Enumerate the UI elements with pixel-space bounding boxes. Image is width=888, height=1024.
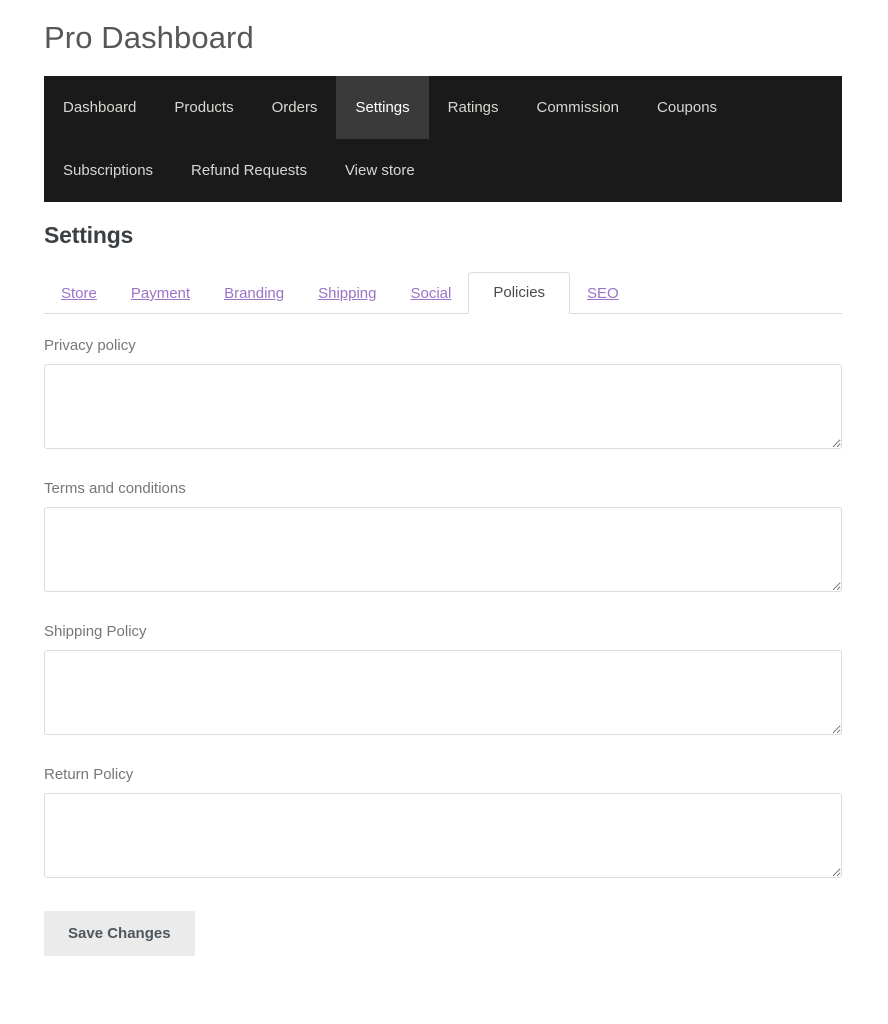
settings-tab-branding[interactable]: Branding: [207, 273, 301, 314]
main-nav-row-secondary: Subscriptions Refund Requests View store: [44, 139, 842, 202]
save-row: Save Changes: [44, 911, 842, 956]
main-nav-item-orders[interactable]: Orders: [253, 76, 337, 139]
main-nav-item-refund-requests[interactable]: Refund Requests: [172, 139, 326, 202]
settings-tab-shipping[interactable]: Shipping: [301, 273, 393, 314]
settings-tab-seo[interactable]: SEO: [570, 273, 636, 314]
policies-form: Privacy policy Terms and conditions Shippi…: [44, 314, 842, 878]
main-nav-item-view-store[interactable]: View store: [326, 139, 434, 202]
field-shipping-policy: Shipping Policy: [44, 622, 842, 735]
field-return-policy: Return Policy: [44, 765, 842, 878]
field-privacy-policy: Privacy policy: [44, 336, 842, 449]
main-nav-item-settings[interactable]: Settings: [336, 76, 429, 139]
field-label-return-policy: Return Policy: [44, 766, 134, 783]
page-title: Pro Dashboard: [44, 20, 254, 55]
field-label-terms-and-conditions: Terms and conditions: [44, 480, 186, 497]
save-changes-button[interactable]: Save Changes: [44, 911, 195, 956]
field-label-shipping-policy: Shipping Policy: [44, 623, 147, 640]
dashboard-page: Pro Dashboard Dashboard Products Orders Set…: [0, 0, 888, 1024]
settings-tab-payment[interactable]: Payment: [114, 273, 207, 314]
textarea-privacy-policy[interactable]: [44, 364, 842, 449]
settings-tab-social[interactable]: Social: [394, 273, 469, 314]
main-navigation: Dashboard Products Orders Settings Ratings Co…: [44, 76, 842, 202]
main-nav-item-ratings[interactable]: Ratings: [429, 76, 518, 139]
textarea-return-policy[interactable]: [44, 793, 842, 878]
main-nav-item-commission[interactable]: Commission: [518, 76, 639, 139]
textarea-shipping-policy[interactable]: [44, 650, 842, 735]
field-terms-and-conditions: Terms and conditions: [44, 479, 842, 592]
settings-tab-store[interactable]: Store: [44, 273, 114, 314]
main-nav-item-subscriptions[interactable]: Subscriptions: [44, 139, 172, 202]
main-nav-item-products[interactable]: Products: [155, 76, 252, 139]
textarea-terms-and-conditions[interactable]: [44, 507, 842, 592]
section-heading: Settings: [44, 222, 134, 248]
main-nav-item-coupons[interactable]: Coupons: [638, 76, 736, 139]
field-label-privacy-policy: Privacy policy: [44, 337, 136, 354]
settings-tab-policies[interactable]: Policies: [468, 272, 571, 314]
main-nav-item-dashboard[interactable]: Dashboard: [44, 76, 155, 139]
settings-tab-strip: Store Payment Branding Shipping Social Polici…: [44, 272, 842, 314]
main-nav-row-primary: Dashboard Products Orders Settings Ratings Co…: [44, 76, 842, 139]
